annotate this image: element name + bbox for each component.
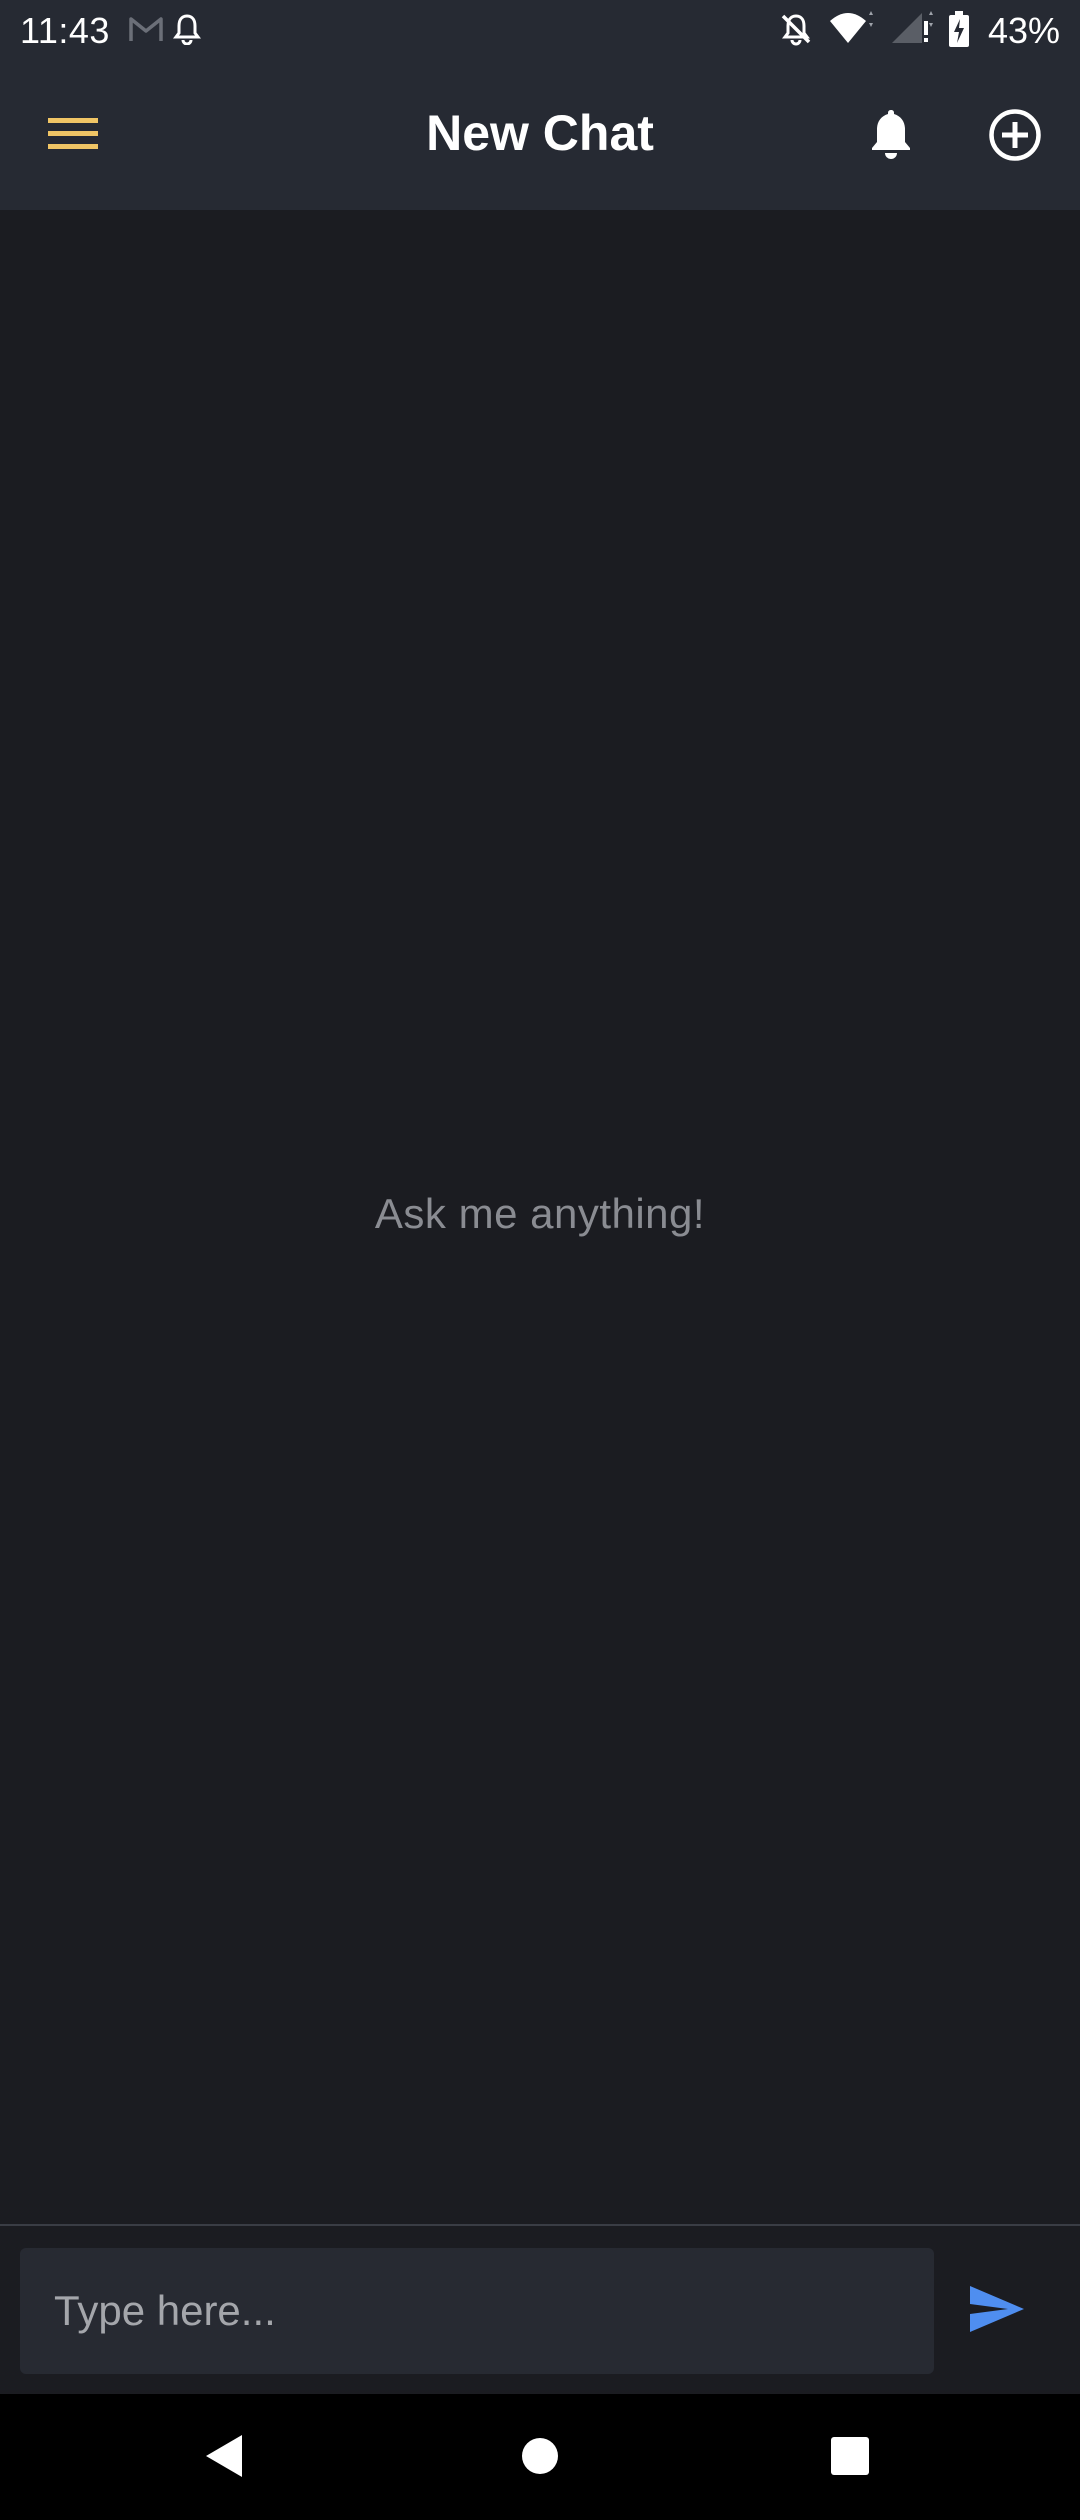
recents-square-icon bbox=[830, 2436, 870, 2481]
home-circle-icon bbox=[520, 2436, 560, 2481]
bell-icon bbox=[868, 108, 914, 167]
status-right-icons: 43% bbox=[778, 10, 1060, 53]
send-icon bbox=[968, 2284, 1026, 2339]
signal-icon bbox=[890, 10, 934, 52]
alarm-bell-icon bbox=[172, 13, 202, 50]
new-chat-button[interactable] bbox=[984, 106, 1046, 168]
notifications-button[interactable] bbox=[860, 106, 922, 168]
system-navigation-bar bbox=[0, 2394, 1080, 2520]
back-button[interactable] bbox=[196, 2430, 252, 2486]
chat-area: Ask me anything! bbox=[0, 210, 1080, 2224]
app-bar: New Chat bbox=[0, 62, 1080, 210]
add-circle-icon bbox=[988, 108, 1042, 167]
notifications-off-icon bbox=[778, 11, 814, 52]
menu-button[interactable] bbox=[42, 108, 104, 164]
status-bar: 11:43 43% bbox=[0, 0, 1080, 62]
status-time: 11:43 bbox=[20, 10, 110, 51]
home-button[interactable] bbox=[512, 2430, 568, 2486]
back-triangle-icon bbox=[204, 2433, 244, 2484]
empty-chat-hint: Ask me anything! bbox=[374, 1190, 706, 1237]
recents-button[interactable] bbox=[822, 2430, 878, 2486]
status-left-icons bbox=[128, 13, 202, 50]
message-input-container[interactable] bbox=[20, 2248, 934, 2374]
message-input[interactable] bbox=[54, 2248, 900, 2374]
gmail-icon bbox=[128, 15, 164, 48]
message-composer bbox=[0, 2224, 1080, 2394]
battery-charging-icon bbox=[948, 10, 970, 53]
hamburger-menu-icon bbox=[48, 116, 98, 157]
send-button[interactable] bbox=[962, 2276, 1032, 2346]
battery-percent: 43% bbox=[987, 10, 1060, 51]
wifi-icon bbox=[828, 10, 876, 52]
